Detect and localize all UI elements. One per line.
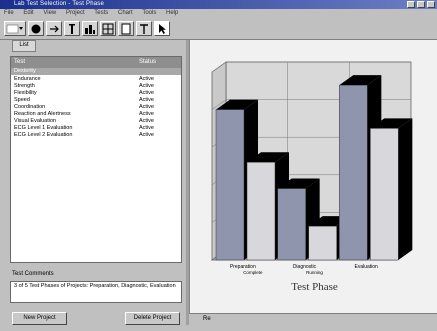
grid-icon bbox=[102, 23, 114, 34]
bar bbox=[339, 84, 368, 261]
arrow-icon bbox=[50, 25, 59, 32]
text-button[interactable] bbox=[136, 21, 152, 36]
menu-help[interactable]: Help bbox=[166, 9, 178, 18]
record-icon bbox=[31, 24, 41, 33]
pointer-icon bbox=[159, 23, 166, 34]
pointer-button[interactable] bbox=[154, 21, 170, 36]
item-status: Active bbox=[139, 104, 154, 110]
item-name: Speed bbox=[14, 97, 30, 103]
new-project-button[interactable]: New Project bbox=[12, 312, 67, 325]
item-name: ECG Level 2 Evaluation bbox=[14, 132, 73, 138]
item-status: Active bbox=[139, 118, 154, 124]
comments-textarea[interactable]: 3 of 5 Test Phases of Projects: Preparat… bbox=[10, 281, 182, 303]
menu-file[interactable]: File bbox=[4, 9, 14, 18]
category-label: Evaluation bbox=[354, 264, 378, 270]
comments-label: Test Comments bbox=[12, 271, 54, 277]
arrow-button[interactable] bbox=[46, 21, 62, 36]
maximize-button[interactable] bbox=[417, 1, 425, 8]
list-item[interactable]: Flexibility Active bbox=[11, 90, 181, 97]
item-name: Dexterity bbox=[14, 68, 36, 74]
list-item[interactable]: ECG Level 1 Evaluation Active bbox=[11, 125, 181, 132]
close-button[interactable] bbox=[427, 1, 435, 8]
menu-tools[interactable]: Tools bbox=[142, 9, 156, 18]
column-header-test[interactable]: Test bbox=[14, 57, 25, 68]
item-name: Coordination bbox=[14, 104, 46, 110]
item-status: Active bbox=[139, 111, 154, 117]
dropdown-button[interactable] bbox=[4, 21, 26, 36]
list-header: Test Status bbox=[11, 57, 181, 68]
text-icon bbox=[140, 23, 148, 34]
category-sublabel: Complete bbox=[243, 270, 263, 275]
list-item[interactable]: Coordination Active bbox=[11, 104, 181, 111]
item-name: Reaction and Alertness bbox=[14, 111, 71, 117]
bar-side bbox=[398, 118, 413, 261]
toolbar bbox=[0, 19, 437, 40]
item-status: Active bbox=[139, 132, 154, 138]
bar-chart-button[interactable] bbox=[82, 21, 98, 36]
item-name: Endurance bbox=[14, 76, 41, 82]
item-name: ECG Level 1 Evaluation bbox=[14, 125, 73, 131]
dropdown-icon bbox=[6, 24, 23, 33]
status-bar: Re bbox=[189, 313, 437, 326]
grid-button[interactable] bbox=[100, 21, 116, 36]
list-item[interactable]: Strength Active bbox=[11, 83, 181, 90]
bar-chart: PreparationCompleteDiagnosticRunningEval… bbox=[210, 61, 413, 293]
item-status: Active bbox=[139, 83, 154, 89]
bar bbox=[246, 161, 276, 261]
item-status: Active bbox=[139, 76, 154, 82]
menu-view[interactable]: View bbox=[43, 9, 56, 18]
cursor-button[interactable] bbox=[64, 21, 80, 36]
item-name: Flexibility bbox=[14, 90, 37, 96]
list-item[interactable]: Dexterity bbox=[11, 68, 181, 75]
tab-list[interactable]: List bbox=[12, 40, 36, 52]
list-item[interactable]: ECG Level 2 Evaluation Active bbox=[11, 132, 181, 139]
test-list[interactable]: Test Status Dexterity Endurance Active St… bbox=[10, 56, 182, 263]
page-icon bbox=[121, 23, 131, 34]
list-item[interactable]: Speed Active bbox=[11, 97, 181, 104]
item-status: Active bbox=[139, 125, 154, 131]
window-title: Lab Test Selection - Test Phase bbox=[14, 1, 105, 7]
item-name: Strength bbox=[14, 83, 35, 89]
chart-panel: Preparation Complete Diagnostic Running Eval… bbox=[189, 40, 437, 323]
bar bbox=[370, 128, 399, 261]
status-text: Re bbox=[203, 316, 211, 322]
item-status: Active bbox=[139, 97, 154, 103]
menu-bar: File Edit View Project Tests Chart Tools… bbox=[0, 9, 437, 18]
menu-tests[interactable]: Tests bbox=[94, 9, 108, 18]
menu-project[interactable]: Project bbox=[66, 9, 85, 18]
item-name: Visual Evaluation bbox=[14, 118, 57, 124]
bar-chart-icon bbox=[85, 24, 95, 34]
minimize-button[interactable] bbox=[407, 1, 415, 8]
bar bbox=[308, 225, 337, 261]
record-button[interactable] bbox=[28, 21, 44, 36]
list-item[interactable]: Endurance Active bbox=[11, 76, 181, 83]
bar bbox=[277, 188, 306, 261]
list-item[interactable]: Reaction and Alertness Active bbox=[11, 111, 181, 118]
delete-project-button[interactable]: Delete Project bbox=[125, 312, 180, 325]
bar bbox=[215, 109, 245, 261]
title-bar: Lab Test Selection - Test Phase bbox=[0, 0, 437, 9]
category-sublabel: Running bbox=[306, 270, 323, 275]
menu-edit[interactable]: Edit bbox=[23, 9, 33, 18]
chart-title: Test Phase bbox=[291, 281, 338, 293]
page-button[interactable] bbox=[118, 21, 134, 36]
menu-chart[interactable]: Chart bbox=[118, 9, 133, 18]
cursor-icon bbox=[69, 23, 75, 34]
column-header-status[interactable]: Status bbox=[139, 57, 156, 68]
list-item[interactable]: Visual Evaluation Active bbox=[11, 118, 181, 125]
item-status: Active bbox=[139, 90, 154, 96]
